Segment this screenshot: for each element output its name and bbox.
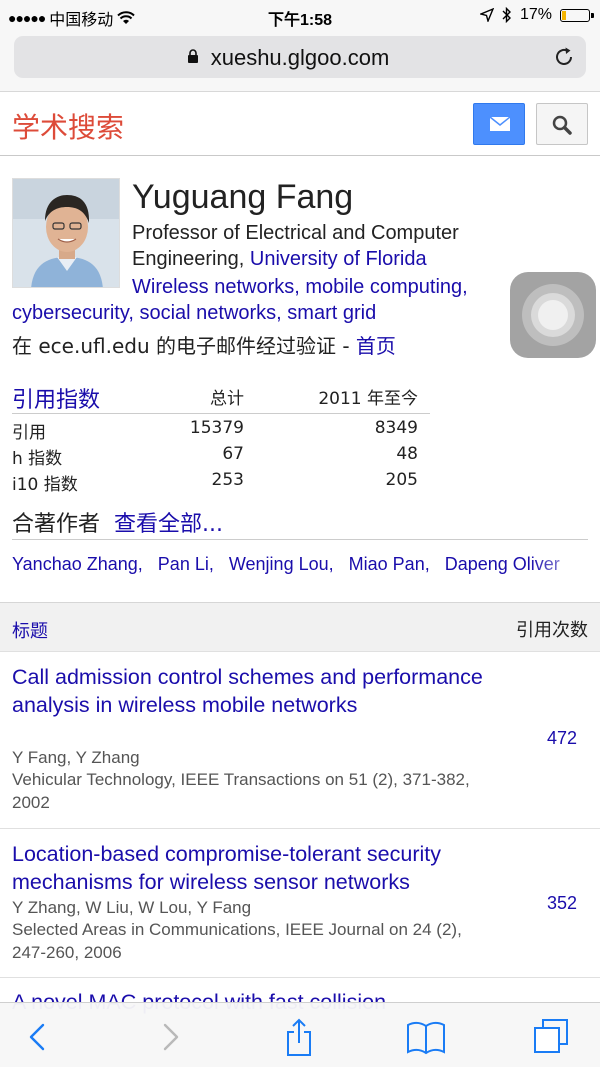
scholar-logo[interactable]: 学术搜索 [12,106,124,146]
browser-address-area: xueshu.glgoo.com [0,30,600,92]
profile-portrait [13,179,119,287]
profile-affiliation: Professor of Electrical and Computer Eng… [132,220,502,272]
publication-title[interactable]: Call admission control schemes and perfo… [12,664,512,719]
publication-authors: Y Fang, Y Zhang [12,748,140,767]
affiliation-link[interactable]: University of Florida [250,248,427,270]
address-bar[interactable]: xueshu.glgoo.com [14,36,586,78]
publication-citation-count[interactable]: 472 [547,728,577,749]
metric-total: 15379 [189,418,244,438]
citation-metrics-table: 引用指数 总计 2011 年至今 引用 15379 8349 h 指数 67 4… [12,378,430,495]
metric-since: 205 [385,470,418,490]
back-icon[interactable] [18,1017,58,1057]
profile-name: Yuguang Fang [132,178,354,216]
publication-venue: Selected Areas in Communications, IEEE J… [12,920,462,962]
email-alert-button[interactable] [473,103,525,145]
divider [12,539,588,540]
reload-icon[interactable] [552,45,576,69]
bookmarks-icon[interactable] [406,1017,446,1057]
homepage-link[interactable]: 首页 [356,334,396,358]
coauthors-label: 合著作者 [12,512,101,537]
coauthor-link[interactable]: Yanchao Zhang [12,554,138,574]
publication-item: Location-based compromise-tolerant secur… [0,829,600,978]
url-text: xueshu.glgoo.com [210,45,390,70]
share-icon[interactable] [279,1017,319,1057]
sort-by-citations[interactable]: 引用次数 [516,616,588,642]
profile-photo [12,178,120,288]
interest-link-1[interactable]: mobile computing [305,276,462,298]
metric-since: 8349 [374,418,418,438]
coauthor-link[interactable]: Miao Pan [349,554,425,574]
citation-row: 引用 15379 8349 [12,414,430,443]
citation-metrics-title[interactable]: 引用指数 [12,382,100,414]
assistive-touch-ring [538,300,568,330]
coauthors-heading: 合著作者 查看全部... [12,506,223,538]
metric-total: 253 [211,470,244,490]
coauthor-link[interactable]: Wenjing Lou [229,554,329,574]
citation-row: i10 指数 253 205 [12,466,430,495]
metric-since: 48 [396,444,418,464]
publication-title[interactable]: Location-based compromise-tolerant secur… [12,841,512,896]
battery-percent: 17% [519,6,552,23]
coauthor-link[interactable]: Pan Li [158,554,209,574]
overflow-fade [530,554,600,575]
citation-table-header: 引用指数 总计 2011 年至今 [12,378,430,414]
battery-level [562,10,566,20]
verified-email-line: 在 ece.ufl.edu 的电子邮件经过验证 - 首页 [12,330,396,359]
column-total: 总计 [210,389,244,409]
sort-by-title[interactable]: 标题 [12,617,48,643]
citation-row: h 指数 67 48 [12,440,430,469]
coauthors-list: Yanchao Zhang, Pan Li, Wenjing Lou, Miao… [12,554,600,575]
search-button[interactable] [536,103,588,145]
browser-toolbar [0,1002,600,1067]
interest-link-2[interactable]: cybersecurity [12,302,128,324]
bluetooth-icon [502,7,511,23]
interest-link-4[interactable]: smart grid [287,302,376,324]
search-icon [552,115,572,135]
interest-link-3[interactable]: social networks [139,302,276,324]
publication-citation-count[interactable]: 352 [547,893,577,914]
view-all-coauthors-link[interactable]: 查看全部... [114,512,223,537]
publication-item: Call admission control schemes and perfo… [0,652,600,829]
metric-total: 67 [222,444,244,464]
assistive-touch-button[interactable] [510,272,596,358]
tabs-icon[interactable] [532,1017,572,1057]
publications-header: 标题 引用次数 [0,602,600,652]
metric-label: i10 指数 [12,475,78,495]
status-bar: ●●●●● 中国移动 下午1:58 17% [0,0,600,30]
publication-authors: Y Zhang, W Liu, W Lou, Y Fang [12,898,252,917]
battery-icon [560,8,594,22]
verified-email-text: 在 ece.ufl.edu 的电子邮件经过验证 - [12,334,356,358]
research-interests: Wireless networks, mobile computing, cyb… [12,276,468,324]
scholar-header: 学术搜索 [0,93,600,156]
column-since: 2011 年至今 [318,389,418,409]
location-arrow-icon [479,8,494,22]
interest-link-0[interactable]: Wireless networks [132,276,294,298]
publication-venue: Vehicular Technology, IEEE Transactions … [12,770,470,812]
envelope-icon [489,116,511,131]
forward-icon[interactable] [150,1017,190,1057]
